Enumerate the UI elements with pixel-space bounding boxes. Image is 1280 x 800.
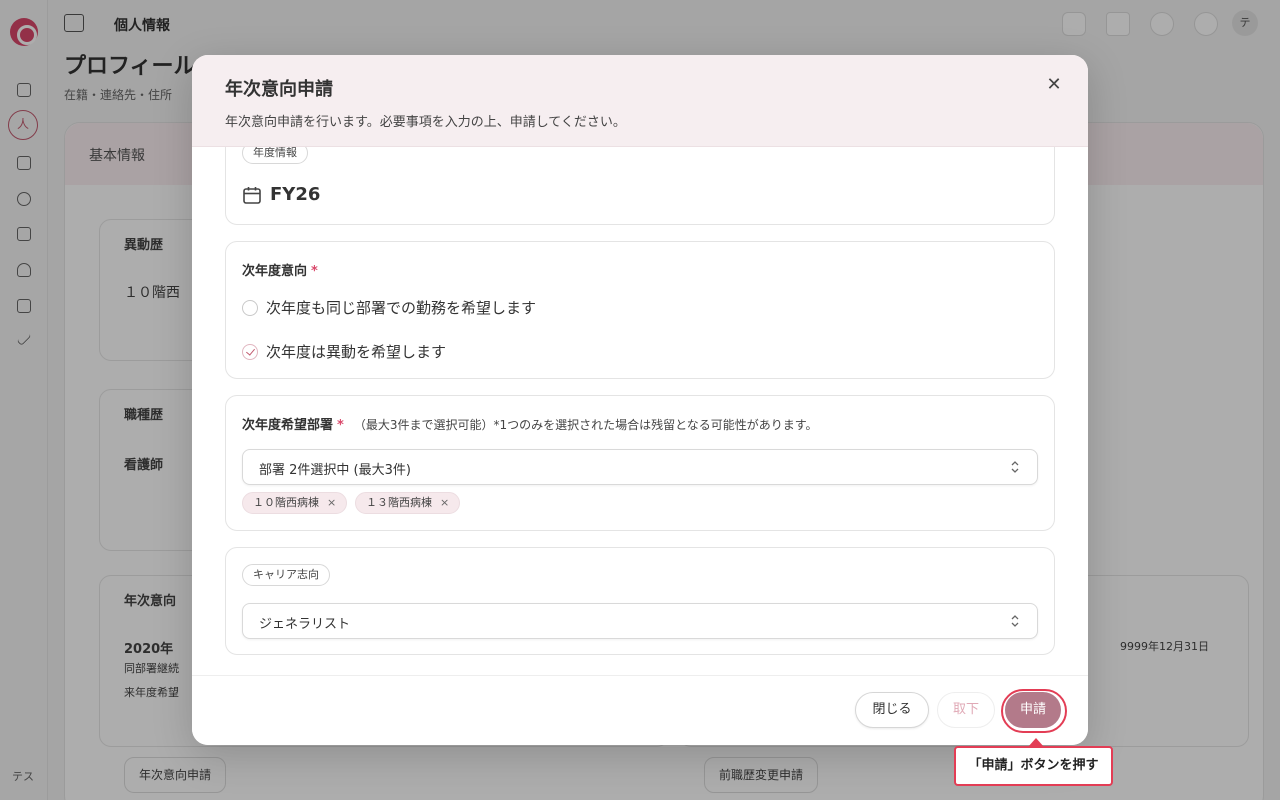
career-select-value: ジェネラリスト: [259, 617, 351, 632]
fiscal-year-label: 年度情報: [242, 147, 308, 164]
department-tag: １０階西病棟 ×: [242, 492, 348, 514]
instruction-callout: 「申請」ボタンを押す: [954, 746, 1113, 786]
fiscal-year-row: FY26: [242, 184, 320, 205]
dialog-header: 年次意向申請 年次意向申請を行います。必要事項を入力の上、申請してください。 ✕: [192, 55, 1088, 147]
career-section: キャリア志向 ジェネラリスト: [225, 547, 1055, 655]
intent-section: 次年度意向 * 次年度も同じ部署での勤務を希望します 次年度は異動を希望します: [225, 241, 1055, 379]
withdraw-button[interactable]: 取下: [937, 692, 995, 728]
intent-label: 次年度意向 *: [242, 260, 318, 279]
career-select[interactable]: ジェネラリスト: [242, 603, 1038, 639]
annual-intent-dialog: 年次意向申請 年次意向申請を行います。必要事項を入力の上、申請してください。 ✕…: [192, 55, 1088, 745]
radio-checked[interactable]: [242, 343, 258, 360]
submit-highlight-ring: [1001, 689, 1067, 733]
close-button[interactable]: 閉じる: [855, 692, 929, 728]
department-tag-label: １３階西病棟: [366, 496, 432, 509]
dialog-description: 年次意向申請を行います。必要事項を入力の上、申請してください。: [225, 115, 626, 130]
intent-option-transfer-label: 次年度は異動を希望します: [266, 343, 447, 361]
departments-select[interactable]: 部署 2件選択中 (最大3件): [242, 449, 1038, 485]
chevron-up-down-icon: [1011, 461, 1019, 473]
dialog-title: 年次意向申請: [225, 79, 333, 100]
intent-option-stay[interactable]: 次年度も同じ部署での勤務を希望します: [242, 297, 536, 318]
remove-tag-icon[interactable]: ×: [327, 493, 336, 513]
departments-section: 次年度希望部署 * （最大3件まで選択可能）*1つのみを選択された場合は残留となる可…: [225, 395, 1055, 531]
dialog-footer: 閉じる 取下 申請: [192, 675, 1088, 745]
calendar-icon: [243, 186, 261, 204]
intent-label-text: 次年度意向: [242, 264, 308, 279]
required-mark: *: [311, 264, 318, 279]
department-tag-label: １０階西病棟: [253, 496, 319, 509]
departments-note: （最大3件まで選択可能）*1つのみを選択された場合は残留となる可能性があります。: [353, 418, 818, 432]
fiscal-year-value: FY26: [270, 184, 321, 205]
departments-label-text: 次年度希望部署: [242, 418, 334, 433]
intent-option-transfer[interactable]: 次年度は異動を希望します: [242, 341, 446, 362]
intent-option-stay-label: 次年度も同じ部署での勤務を希望します: [266, 299, 537, 317]
dialog-body[interactable]: 年度情報 FY26 次年度意向 * 次年度も同じ部署での勤務を希望します 次年度…: [192, 147, 1088, 675]
fiscal-year-section: 年度情報 FY26: [225, 147, 1055, 225]
departments-label: 次年度希望部署 * （最大3件まで選択可能）*1つのみを選択された場合は残留となる可…: [242, 414, 818, 433]
chevron-up-down-icon: [1011, 615, 1019, 627]
department-tag: １３階西病棟 ×: [355, 492, 461, 514]
career-label: キャリア志向: [242, 564, 330, 586]
required-mark: *: [337, 418, 344, 433]
remove-tag-icon[interactable]: ×: [440, 493, 449, 513]
radio-unchecked[interactable]: [242, 299, 258, 316]
close-icon[interactable]: ✕: [1042, 73, 1066, 97]
departments-select-value: 部署 2件選択中 (最大3件): [259, 463, 411, 478]
